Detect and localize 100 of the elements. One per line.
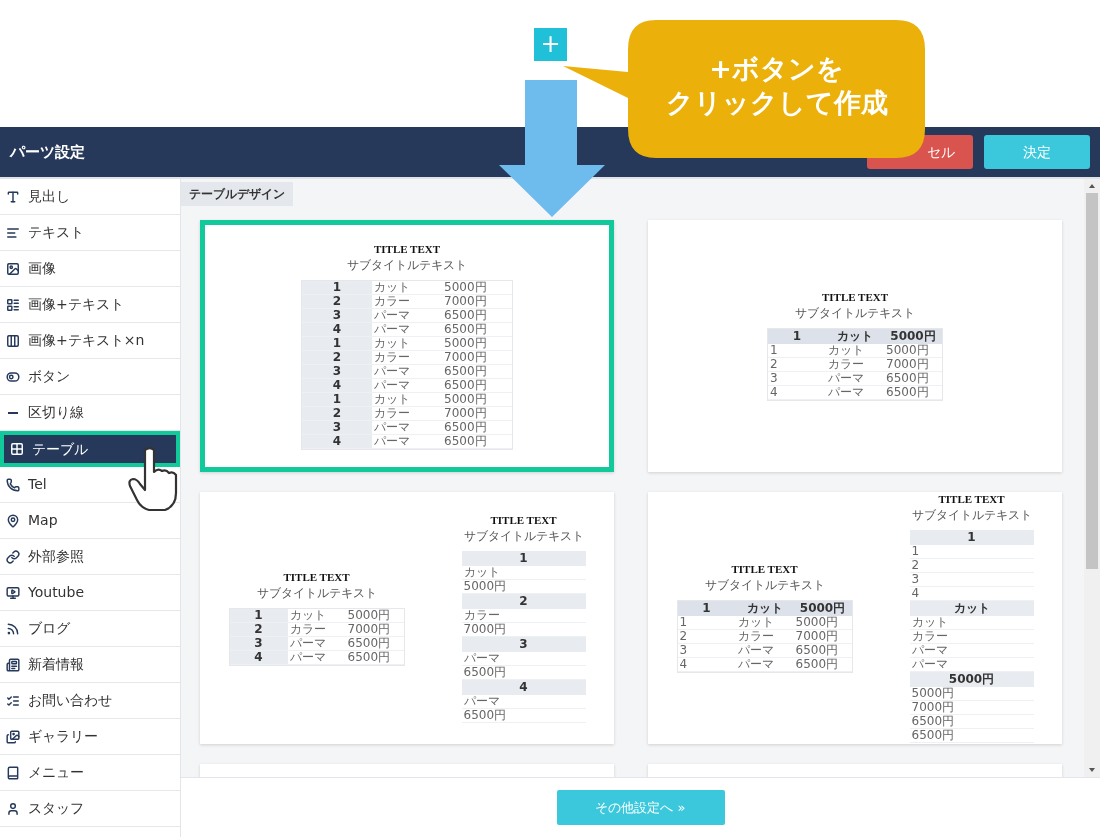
table-cell: 1 (302, 280, 372, 294)
images-icon (6, 729, 20, 744)
sidebar-label: 見出し (28, 187, 70, 206)
table-cell-text: 7000円 (885, 358, 930, 371)
user-icon (6, 801, 20, 816)
table-cell-text: 7000円 (794, 630, 840, 643)
table-cell-text: 4 (678, 658, 689, 671)
table-cell: カット (909, 616, 1034, 630)
table-cell-text: パーマ (373, 364, 411, 378)
preview-subtitle: サブタイトルテキスト (463, 529, 584, 543)
sidebar-item[interactable]: テーブル (0, 431, 180, 467)
table-cell: パーマ (909, 658, 1034, 672)
type-icon (6, 189, 20, 204)
table-cell-text: 6500円 (443, 322, 488, 336)
table-cell: 2 (909, 559, 1034, 573)
table-cell-text: パーマ (736, 644, 775, 657)
scroll-down-icon[interactable] (1089, 768, 1095, 772)
scroll-up-icon[interactable] (1089, 184, 1095, 188)
preview-subtitle: サブタイトルテキスト (911, 509, 1032, 522)
table-cell-text: 5000円 (794, 616, 840, 629)
table-cell-text: パーマ (288, 650, 327, 664)
table-cell-text: 3 (678, 644, 689, 657)
table-cell-text: 6500円 (885, 386, 930, 399)
dash-icon (8, 411, 18, 414)
preview-title: TITLE TEXT (373, 242, 441, 256)
table-cell-text: 5000円 (443, 392, 488, 406)
link-icon (6, 549, 20, 564)
pin-icon (6, 513, 20, 528)
table-cell-text: 6500円 (885, 372, 930, 385)
table-cell-text: カット (373, 280, 411, 294)
sidebar-label: 画像+テキスト (28, 295, 124, 314)
table-cell: 3 (909, 573, 1034, 587)
table-cell-text: 6500円 (443, 308, 488, 322)
table-cell-text: 6500円 (346, 650, 392, 664)
table-cell-text: カラー (736, 630, 775, 643)
table-cell-text: カット (373, 336, 411, 350)
sidebar-label: Tel (28, 475, 47, 494)
image-text-icon (6, 297, 20, 312)
table-cell-text: カラー (373, 350, 411, 364)
table-cell-text: 6500円 (794, 658, 840, 671)
sidebar-label: スタッフ (28, 799, 84, 818)
header-cell: 1 (909, 530, 1034, 545)
table-cell-text: 6500円 (346, 636, 392, 650)
book-icon (6, 765, 20, 780)
table-cell-text: 5000円 (346, 608, 392, 622)
list-check-icon (6, 693, 20, 708)
play-screen-icon (6, 585, 20, 600)
sidebar-label: 画像+テキスト×n (28, 331, 145, 350)
sidebar-label: 新着情報 (28, 655, 84, 674)
table-cell-text: 5000円 (885, 344, 930, 357)
table-cell-text: 2 (678, 630, 689, 643)
table-cell: 4 (909, 587, 1034, 601)
table-cell: カラー (909, 630, 1034, 644)
table-cell-text: カラー (373, 406, 411, 420)
table-cell: 1 (229, 608, 288, 622)
table-cell-text: 5000円 (443, 336, 488, 350)
design-card[interactable]: TITLE TEXT サブタイトルテキスト 1 カット 5000円 1 カット 5000円 2 カラー 7000円 3 パーマ 6500円 4 パーマ 6500円 TITLE TEXT サブタイトルテキスト 1 1 2 3 4 カット カット カラー パーマ パーマ 5000円 5000円 7000円 6500円 6500円 (648, 492, 1062, 744)
table-cell-text: カット (373, 392, 411, 406)
preview-title: TITLE TEXT (938, 493, 1005, 506)
design-card[interactable]: TITLE TEXT サブタイトルテキスト 1 カット 5000円 2 カラー 7000円 3 パーマ 6500円 4 パーマ 6500円 1 カット 5000円 2 カラー 7000円 3 パーマ 6500円 4 パーマ 6500円 1 カット 5000円 2 カラー 7000円 3 パーマ 6500円 4 パーマ 6500円 (200, 220, 614, 472)
header-cell: 5000円 (909, 672, 1034, 687)
image-icon (6, 261, 20, 276)
table-cell: 6500円 (909, 729, 1034, 743)
table-cell-text: パーマ (373, 322, 411, 336)
table-cell-text: カラー (827, 358, 865, 371)
table-cell-text: 1 (678, 616, 689, 629)
table-cell-text: 4 (769, 386, 779, 399)
table-cell-text: 3 (769, 372, 779, 385)
table-cell-text: 1 (769, 344, 779, 357)
table-cell-text: 6500円 (443, 420, 488, 434)
design-card[interactable]: TITLE TEXT サブタイトルテキスト 1 カット 5000円 1 カット 5000円 2 カラー 7000円 3 パーマ 6500円 4 パーマ 6500円 (648, 220, 1062, 472)
preview-subtitle: サブタイトルテキスト (704, 579, 825, 592)
table-cell-text: パーマ (373, 378, 411, 392)
table-cell-text: カット (736, 616, 775, 629)
table-cell-text: 2 (769, 358, 779, 371)
panel-title: パーツ設定 (10, 141, 86, 163)
sidebar-label: ボタン (28, 367, 70, 386)
preview-subtitle: サブタイトルテキスト (347, 258, 467, 272)
preview-title: TITLE TEXT (821, 291, 889, 304)
table-cell: 5000円 (909, 687, 1034, 701)
header-cell-text: 5000円 (889, 329, 937, 344)
table-cell-text: カラー (288, 622, 327, 636)
preview-title: TITLE TEXT (490, 513, 557, 527)
table-cell-text: 7000円 (443, 350, 488, 364)
table-cell-text: パーマ (288, 636, 327, 650)
scrollbar[interactable] (1084, 179, 1100, 777)
design-card[interactable]: TITLE TEXT サブタイトルテキスト 1 カット 5000円 2 カラー 7000円 3 パーマ 6500円 4 パーマ 6500円 TITLE TEXT サブタイトルテキスト 1 カット 5000円 2 カラー 7000円 3 パーマ 6500円 4 パーマ 6500円 (200, 492, 614, 744)
lines-icon (6, 225, 20, 240)
news-icon (6, 657, 20, 672)
preview-title: TITLE TEXT (731, 563, 798, 576)
table-cell-text: パーマ (373, 308, 411, 322)
table-cell-text: 6500円 (443, 434, 488, 448)
table-cell-text: カット (827, 344, 865, 357)
header-cell-text: カット (836, 329, 874, 344)
callout-text: +ボタンを (709, 52, 844, 86)
table-cell: パーマ (909, 644, 1034, 658)
sidebar-label: ブログ (28, 619, 70, 638)
sidebar-label: テーブル (32, 439, 88, 459)
sidebar-label: Youtube (28, 583, 84, 602)
table-cell-text: カラー (373, 294, 411, 308)
